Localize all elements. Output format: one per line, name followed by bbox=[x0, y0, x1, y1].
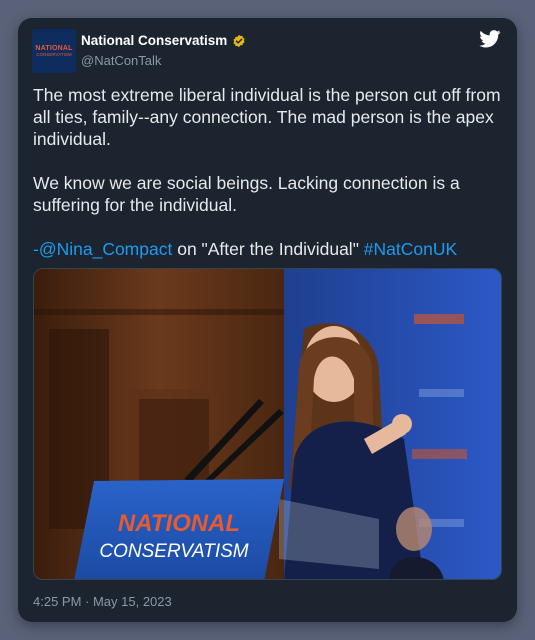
avatar[interactable]: NATIONAL CONSERVATISM bbox=[32, 29, 76, 73]
tweet-paragraph-1: The most extreme liberal individual is t… bbox=[33, 85, 501, 149]
author-handle[interactable]: @NatConTalk bbox=[81, 53, 161, 68]
podium-text-1: NATIONAL bbox=[118, 510, 240, 537]
avatar-logo-text-2: CONSERVATISM bbox=[36, 51, 72, 57]
tweet-photo[interactable]: NATIONAL CONSERVATISM bbox=[33, 268, 502, 580]
tweet-card[interactable]: NATIONAL CONSERVATISM National Conservat… bbox=[18, 18, 517, 622]
tweet-attribution-text: on "After the Individual" bbox=[172, 239, 364, 259]
tweet-paragraph-2: We know we are social beings. Lacking co… bbox=[33, 173, 460, 215]
author-name-row[interactable]: National Conservatism bbox=[81, 33, 246, 48]
tweet-paragraph-3: -@Nina_Compact on "After the Individual"… bbox=[33, 238, 503, 260]
verified-badge-icon bbox=[233, 34, 245, 47]
author-name[interactable]: National Conservatism bbox=[81, 33, 227, 48]
speaker-photo-illustration: NATIONAL CONSERVATISM bbox=[34, 269, 501, 579]
tweet-text: The most extreme liberal individual is t… bbox=[33, 84, 503, 260]
twitter-bird-icon[interactable] bbox=[479, 30, 501, 48]
avatar-logo-text-1: NATIONAL bbox=[35, 44, 73, 52]
hashtag-link[interactable]: #NatConUK bbox=[364, 239, 457, 259]
mention-link[interactable]: -@Nina_Compact bbox=[33, 239, 172, 259]
tweet-timestamp[interactable]: 4:25 PM · May 15, 2023 bbox=[33, 594, 172, 609]
podium-text-2: CONSERVATISM bbox=[99, 541, 248, 562]
